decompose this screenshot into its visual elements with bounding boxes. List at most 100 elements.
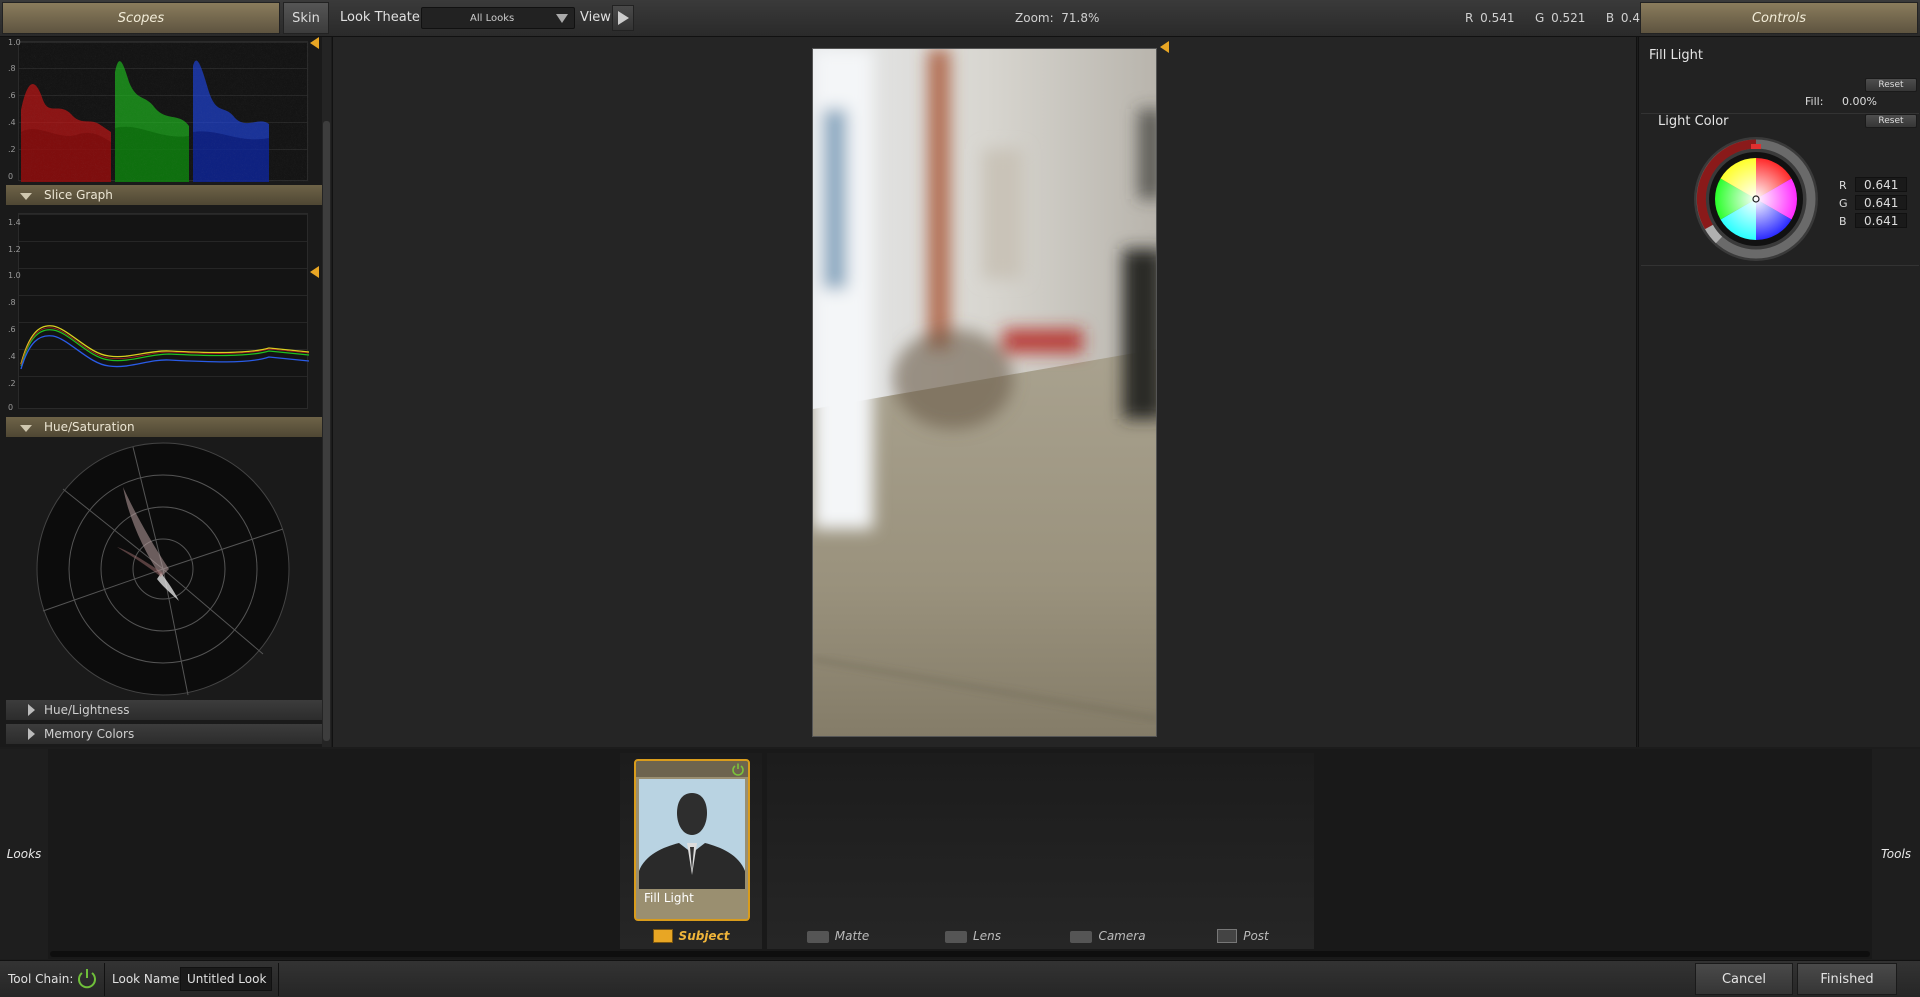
looks-filter-value: All Looks <box>470 12 515 24</box>
slice-tick: .8 <box>8 298 16 307</box>
zoom-value: 71.8% <box>1061 11 1100 25</box>
b-value-field[interactable]: 0.641 <box>1855 213 1907 228</box>
subject-icon <box>652 929 673 943</box>
collapse-arrow-icon <box>20 193 32 200</box>
slice-level-marker[interactable] <box>310 266 319 278</box>
hue-saturation-vectorscope <box>36 442 290 696</box>
parade-tick: .8 <box>8 64 16 73</box>
top-toolbar: Scopes Skin Look Theater All Looks View … <box>0 0 1920 37</box>
scopes-panel: 1.0 .8 .6 .4 .2 0 Slice Graph 1.4 1.2 1.… <box>0 37 330 747</box>
slot-camera-label: Camera <box>1037 929 1179 943</box>
slot-lens[interactable]: Lens <box>902 753 1044 949</box>
status-bar: Tool Chain: Look Name: Untitled Look Can… <box>0 960 1920 997</box>
tools-side-tab[interactable]: Tools <box>1872 749 1920 959</box>
scopes-scrollbar[interactable] <box>322 37 331 747</box>
preview-photo <box>813 49 1156 736</box>
tab-scopes[interactable]: Scopes <box>2 2 280 34</box>
fill-light-title: Fill Light <box>1649 48 1703 63</box>
tray-scrollbar[interactable] <box>50 951 1870 957</box>
slice-tick: .2 <box>8 379 16 388</box>
collapse-arrow-icon <box>20 425 32 432</box>
view-label: View <box>580 10 611 25</box>
fill-light-card-label: Fill Light <box>644 891 694 905</box>
parade-tick: .6 <box>8 91 16 100</box>
slice-graph-label: Slice Graph <box>44 188 113 202</box>
looks-side-tab[interactable]: Looks <box>0 749 48 959</box>
slice-graph-header[interactable]: Slice Graph <box>6 185 322 205</box>
slice-tick: .4 <box>8 352 16 361</box>
parade-level-marker[interactable] <box>310 37 319 49</box>
looks-filter-dropdown[interactable]: All Looks <box>421 7 575 29</box>
divider <box>278 963 279 996</box>
r-value-field[interactable]: 0.641 <box>1855 177 1907 192</box>
hue-lightness-label: Hue/Lightness <box>44 703 130 717</box>
parade-tick: 0 <box>8 172 14 181</box>
camera-icon <box>1070 930 1093 943</box>
fill-value[interactable]: 0.00% <box>1842 95 1877 108</box>
light-color-wheel[interactable] <box>1693 136 1819 262</box>
parade-tick: .2 <box>8 145 16 154</box>
divider <box>1641 265 1919 266</box>
slice-graph-scope <box>18 213 309 409</box>
rgb-parade-waveform <box>19 42 309 182</box>
memory-colors-header[interactable]: Memory Colors <box>6 724 322 744</box>
tab-skin[interactable]: Skin <box>283 2 329 34</box>
r-label: R <box>1839 179 1847 192</box>
look-name-field[interactable]: Untitled Look <box>180 967 272 991</box>
slice-tick: 0 <box>8 403 14 412</box>
zoom-readout: Zoom: 71.8% <box>1015 11 1099 25</box>
fill-light-tool-card[interactable]: Fill Light <box>634 759 750 921</box>
slot-camera[interactable]: Camera <box>1037 753 1179 949</box>
play-button[interactable] <box>612 5 634 31</box>
card-header <box>636 761 748 777</box>
light-color-reset-button[interactable]: Reset <box>1865 114 1917 128</box>
zoom-label: Zoom: <box>1015 11 1054 25</box>
g-label: G <box>1839 197 1848 210</box>
slice-tick: 1.4 <box>8 218 21 227</box>
parade-tick: .4 <box>8 118 16 127</box>
slice-tick: 1.0 <box>8 271 21 280</box>
slot-matte-label: Matte <box>767 929 909 943</box>
slot-subject-label: Subject <box>620 929 762 943</box>
hue-saturation-header[interactable]: Hue/Saturation <box>6 417 322 437</box>
viewer-level-marker[interactable] <box>1160 41 1169 53</box>
tool-chain-label: Tool Chain: <box>8 972 74 986</box>
slice-tick: .6 <box>8 325 16 334</box>
b-label: B <box>1839 215 1847 228</box>
cancel-button[interactable]: Cancel <box>1695 963 1793 995</box>
expand-arrow-icon <box>28 728 35 740</box>
preview-image[interactable] <box>812 48 1157 737</box>
play-icon <box>617 11 629 25</box>
power-icon[interactable] <box>76 967 98 989</box>
scrollbar-thumb[interactable] <box>323 121 330 741</box>
finished-button[interactable]: Finished <box>1797 963 1897 995</box>
slice-graph-curves <box>20 325 309 370</box>
chevron-down-icon <box>556 14 568 23</box>
slot-lens-label: Lens <box>902 929 1044 943</box>
g-value-field[interactable]: 0.641 <box>1855 195 1907 210</box>
divider <box>104 963 105 996</box>
memory-colors-label: Memory Colors <box>44 727 135 741</box>
hue-saturation-label: Hue/Saturation <box>44 420 135 434</box>
slot-post[interactable]: Post <box>1172 753 1314 949</box>
slice-tick: 1.2 <box>8 245 21 254</box>
slot-matte[interactable]: Matte <box>767 753 909 949</box>
look-theater-label: Look Theater <box>340 10 426 25</box>
controls-panel: Fill Light Reset Fill: 0.00% Light Color… <box>1638 37 1920 747</box>
light-color-label: Light Color <box>1658 114 1729 129</box>
fill-label: Fill: <box>1805 95 1824 108</box>
rgb-parade-scope <box>18 41 309 182</box>
camera-icon <box>945 930 968 943</box>
subject-silhouette <box>639 779 745 889</box>
reset-button[interactable]: Reset <box>1865 78 1917 92</box>
hue-lightness-header[interactable]: Hue/Lightness <box>6 700 322 720</box>
tab-controls[interactable]: Controls <box>1640 2 1918 34</box>
expand-arrow-icon <box>28 704 35 716</box>
post-icon <box>1217 929 1238 943</box>
look-name-label: Look Name: <box>112 972 184 986</box>
slot-post-label: Post <box>1172 929 1314 943</box>
camera-icon <box>806 930 829 943</box>
power-icon[interactable] <box>731 762 745 776</box>
parade-tick: 1.0 <box>8 38 21 47</box>
pixel-rgb-readout: R 0.541 G 0.521 B 0.419 <box>1465 11 1656 25</box>
